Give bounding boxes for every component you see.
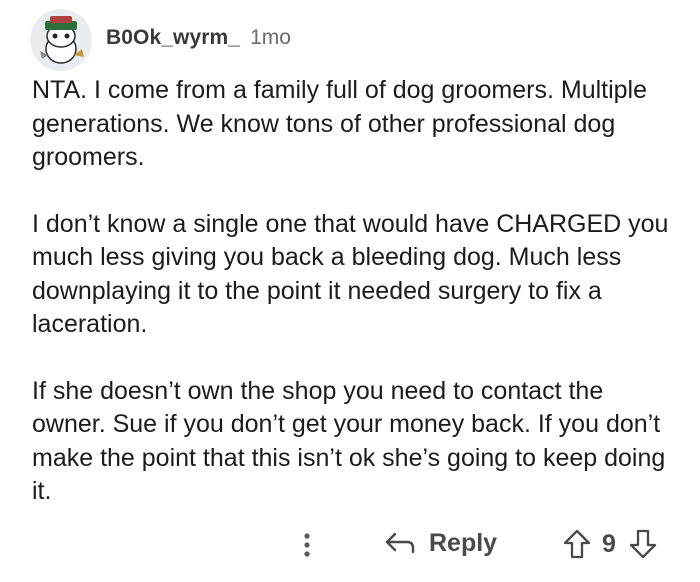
comment-paragraph: I don’t know a single one that would hav…	[32, 209, 669, 339]
upvote-arrow-icon	[563, 529, 591, 559]
username-link[interactable]: B0Ok_wyrm_	[106, 26, 240, 50]
reply-arrow-icon	[385, 532, 415, 554]
reply-label: Reply	[429, 528, 498, 557]
comment-actions: Reply 9	[0, 525, 700, 565]
comment-paragraph: If she doesn’t own the shop you need to …	[32, 376, 666, 506]
comment-body: NTA. I come from a family full of dog gr…	[32, 74, 682, 542]
downvote-button[interactable]	[628, 528, 658, 560]
avatar[interactable]	[30, 9, 92, 71]
upvote-button[interactable]	[562, 528, 592, 560]
comment-header: B0Ok_wyrm_ 1mo	[30, 8, 291, 72]
comment-age: 1mo	[250, 26, 291, 49]
vote-controls: 9	[562, 528, 658, 560]
downvote-arrow-icon	[629, 529, 657, 559]
vote-count: 9	[602, 529, 616, 558]
snoo-avatar-icon	[30, 9, 92, 71]
comment-paragraph: NTA. I come from a family full of dog gr…	[32, 76, 648, 171]
reply-button[interactable]: Reply	[383, 528, 497, 558]
more-options-button[interactable]	[300, 529, 314, 561]
more-options-icon	[304, 533, 310, 557]
